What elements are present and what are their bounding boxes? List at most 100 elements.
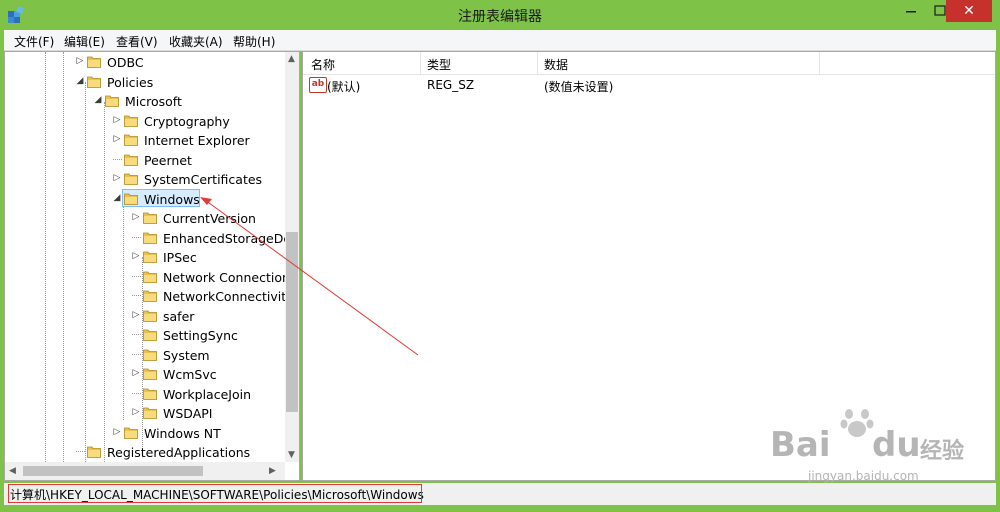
collapse-arrow-icon[interactable]: ◢ [112, 193, 122, 203]
tree-item-safer[interactable]: ▷ safer [5, 307, 285, 325]
maximize-button[interactable] [934, 0, 946, 22]
tree-horizontal-scroll-thumb[interactable] [23, 466, 203, 476]
list-item[interactable]: ab (默认) REG_SZ (数值未设置) [303, 76, 995, 96]
tree-item-label: RegisteredApplications [107, 445, 251, 460]
scroll-left-icon[interactable]: ◀ [9, 466, 16, 476]
scroll-down-icon[interactable]: ▼ [288, 450, 295, 460]
folder-icon [87, 56, 101, 68]
tree-vertical-scroll-thumb[interactable] [286, 232, 298, 412]
menu-file[interactable]: 文件(F) [14, 33, 54, 50]
folder-icon [143, 212, 157, 224]
scroll-up-icon[interactable]: ▲ [288, 54, 295, 64]
folder-icon [143, 310, 157, 322]
close-button[interactable]: ✕ [946, 0, 992, 22]
folder-icon [143, 329, 157, 341]
tree-item-enhancedstoragedev[interactable]: EnhancedStorageDev [5, 229, 298, 247]
tree-item-registeredapplications[interactable]: RegisteredApplications [5, 443, 285, 461]
tree-item-label: SystemCertificates [144, 172, 263, 187]
list-header: 名称 类型 数据 [303, 52, 995, 75]
tree-item-windows-nt[interactable]: ▷ Windows NT [5, 424, 285, 442]
tree-item-currentversion[interactable]: ▷ CurrentVersion [5, 209, 285, 227]
tree-item-cryptography[interactable]: ▷ Cryptography [5, 112, 285, 130]
tree-item-windows[interactable]: ◢ Windows [5, 188, 285, 208]
tree-item-odbc[interactable]: ▷ ODBC [5, 53, 285, 71]
title-bar[interactable]: 注册表编辑器 ✕ [0, 0, 1000, 30]
tree-guide-line [132, 392, 141, 394]
folder-icon [124, 134, 138, 146]
collapse-arrow-icon[interactable]: ◢ [75, 76, 85, 86]
folder-icon [124, 193, 138, 205]
menu-help[interactable]: 帮助(H) [233, 33, 275, 50]
tree-item-workplacejoin[interactable]: WorkplaceJoin [5, 385, 285, 403]
registry-tree[interactable]: ▷ ODBC ◢ Policies ◢ Microsoft ▷ Cryptography ▷ In… [4, 51, 300, 481]
tree-guide-line [132, 236, 141, 238]
expand-arrow-icon[interactable]: ▷ [131, 212, 141, 222]
tree-item-systemcertificates[interactable]: ▷ SystemCertificates [5, 170, 285, 188]
paw-logo-icon [840, 409, 874, 437]
collapse-arrow-icon[interactable]: ◢ [93, 95, 103, 105]
tree-item-label: Policies [107, 74, 154, 90]
tree-item-system[interactable]: System [5, 346, 285, 364]
tree-horizontal-scrollbar[interactable]: ◀ ▶ [5, 462, 285, 480]
baidu-watermark: Bai du 经验 jingyan.baidu.com [770, 405, 985, 490]
tree-item-microsoft[interactable]: ◢ Microsoft [5, 92, 285, 110]
tree-item-settingsync[interactable]: SettingSync [5, 326, 285, 344]
expand-arrow-icon[interactable]: ▷ [131, 407, 141, 417]
tree-item-label: CurrentVersion [163, 211, 256, 226]
menu-favorites[interactable]: 收藏夹(A) [169, 33, 223, 50]
tree-vertical-scrollbar[interactable]: ▲ ▼ [285, 52, 299, 462]
folder-icon [124, 154, 138, 166]
tree-item-label: NetworkConnectivity [163, 289, 294, 304]
tree-item-label: ODBC [107, 55, 144, 70]
tree-guide-line [132, 295, 141, 296]
value-type: REG_SZ [427, 78, 475, 92]
expand-arrow-icon[interactable]: ▷ [112, 134, 122, 144]
expand-arrow-icon[interactable]: ▷ [131, 368, 141, 378]
tree-item-peernet[interactable]: Peernet [5, 151, 285, 169]
expand-arrow-icon[interactable]: ▷ [131, 251, 141, 261]
expand-arrow-icon[interactable]: ▷ [75, 56, 85, 66]
tree-item-internet-explorer[interactable]: ▷ Internet Explorer [5, 131, 285, 149]
tree-guide-line [76, 451, 85, 452]
folder-icon [143, 232, 157, 244]
expand-arrow-icon[interactable]: ▷ [112, 173, 122, 183]
scroll-right-icon[interactable]: ▶ [269, 466, 276, 476]
column-name[interactable]: 名称 [311, 56, 335, 73]
watermark-brand-du: du [872, 425, 921, 465]
tree-item-ipsec[interactable]: ▷ IPSec [5, 248, 285, 266]
expand-arrow-icon[interactable]: ▷ [112, 427, 122, 437]
column-type[interactable]: 类型 [427, 56, 451, 73]
tree-item-label: WcmSvc [163, 367, 217, 382]
column-divider[interactable] [819, 52, 820, 74]
folder-icon [143, 251, 157, 263]
watermark-cn: 经验 [920, 439, 965, 464]
column-data[interactable]: 数据 [544, 56, 568, 73]
menu-view[interactable]: 查看(V) [116, 33, 158, 50]
folder-icon [143, 407, 157, 419]
tree-item-wsdapi[interactable]: ▷ WSDAPI [5, 404, 285, 422]
tree-item-label: SettingSync [163, 328, 238, 343]
folder-icon [124, 115, 138, 127]
tree-item-label: System [163, 347, 210, 363]
folder-icon [87, 76, 101, 88]
value-data: (数值未设置) [544, 80, 614, 94]
tree-item-policies[interactable]: ◢ Policies [5, 73, 285, 91]
tree-item-wcmsvc[interactable]: ▷ WcmSvc [5, 365, 285, 383]
folder-icon [143, 388, 157, 400]
tree-item-label: Microsoft [125, 94, 182, 109]
menu-edit[interactable]: 编辑(E) [64, 33, 105, 50]
tree-item-label: safer [163, 308, 195, 324]
tree-item-network-connection[interactable]: Network Connection [5, 268, 290, 286]
minimize-button[interactable] [888, 0, 934, 22]
tree-item-label: EnhancedStorageDev [163, 230, 299, 246]
expand-arrow-icon[interactable]: ▷ [112, 115, 122, 125]
expand-arrow-icon[interactable]: ▷ [131, 310, 141, 320]
tree-item-label: WorkplaceJoin [163, 386, 252, 402]
regedit-window: 注册表编辑器 ✕ 文件(F) 编辑(E) 查看(V) 收藏夹(A) 帮助(H) … [0, 0, 1000, 512]
column-divider[interactable] [420, 52, 421, 74]
value-name: (默认) [327, 80, 361, 94]
column-divider[interactable] [537, 52, 538, 74]
folder-icon [124, 427, 138, 439]
folder-icon [143, 271, 157, 283]
tree-item-networkconnectivity[interactable]: NetworkConnectivity [5, 287, 294, 305]
